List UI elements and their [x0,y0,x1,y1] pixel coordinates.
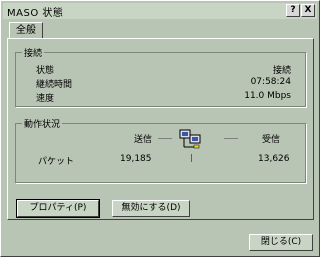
status-row: 状態 接続 [36,63,291,76]
packets-label: パケット [38,157,75,167]
speed-label: 速度 [36,94,55,104]
title-bar: MASO 状態 ? X [3,3,317,19]
close-button[interactable]: 閉じる(C) [249,234,313,251]
received-label: 受信 [262,135,281,145]
status-label: 状態 [36,66,55,76]
sent-dash [158,138,172,139]
sent-label: 送信 [134,135,153,145]
activity-group: 動作状況 送信 受信 パケット 19,185 13,626 [15,117,306,183]
received-dash [224,138,238,139]
duration-row: 継続時間 07:58:24 [36,77,291,90]
speed-row: 速度 11.0 Mbps [36,91,291,104]
status-dialog: MASO 状態 ? X 全般 接続 状態 接続 継続時間 07:58:24 速度… [0,0,320,257]
activity-divider [191,154,192,162]
status-value: 接続 [272,66,291,76]
network-activity-icon [179,129,201,149]
connection-group: 接続 状態 接続 継続時間 07:58:24 速度 11.0 Mbps [15,46,306,107]
connection-group-title: 接続 [22,46,45,59]
tab-panel-general: 接続 状態 接続 継続時間 07:58:24 速度 11.0 Mbps 動作状況… [7,38,314,220]
duration-label: 継続時間 [36,80,73,90]
help-button[interactable]: ? [286,4,300,17]
packets-sent-value: 19,185 [120,154,152,164]
close-icon[interactable]: X [301,4,315,17]
speed-value: 11.0 Mbps [244,91,291,101]
window-title: MASO 状態 [7,7,64,19]
tab-general[interactable]: 全般 [9,22,43,39]
activity-group-title: 動作状況 [22,117,63,130]
properties-button[interactable]: プロパティ(P) [16,199,100,218]
packets-received-value: 13,626 [258,154,290,164]
disable-button[interactable]: 無効にする(D) [112,200,190,217]
duration-value: 07:58:24 [250,77,291,87]
